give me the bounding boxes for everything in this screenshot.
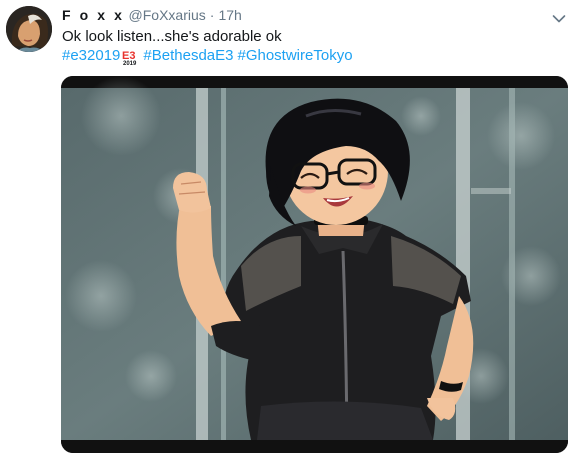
- tweet-menu-button[interactable]: [552, 11, 566, 23]
- tweet: F o x x @FoXxarius · 17h Ok look listen.…: [0, 0, 578, 456]
- tweet-header: F o x x @FoXxarius · 17h: [62, 7, 242, 27]
- tweet-text: Ok look listen...she's adorable ok: [62, 28, 282, 45]
- separator-dot: ·: [209, 7, 215, 23]
- hashflag-year: 2019: [123, 61, 137, 66]
- anime-character-image: [61, 76, 568, 453]
- display-name[interactable]: F o x x: [62, 7, 125, 23]
- tweet-media[interactable]: [61, 76, 568, 453]
- avatar[interactable]: [6, 6, 52, 52]
- timestamp[interactable]: 17h: [218, 7, 241, 23]
- hashtag-ghostwiretokyo[interactable]: #GhostwireTokyo: [237, 46, 352, 66]
- hashtag-e32019[interactable]: #e32019: [62, 46, 120, 66]
- e3-hashflag-icon: E3 2019: [121, 48, 139, 67]
- chevron-down-icon: [552, 15, 566, 23]
- avatar-image: [6, 6, 52, 52]
- hashtag-bethesdae3[interactable]: #BethesdaE3: [143, 46, 233, 66]
- user-handle[interactable]: @FoXxarius: [129, 7, 206, 23]
- hashtag-line: #e32019 E3 2019 #BethesdaE3 #GhostwireTo…: [62, 46, 353, 67]
